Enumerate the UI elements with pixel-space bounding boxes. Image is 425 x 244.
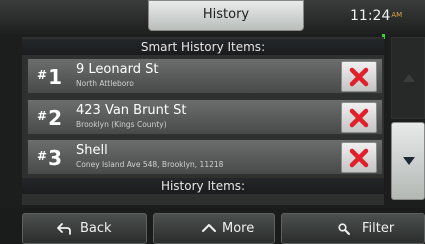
scroll-up-button[interactable] xyxy=(391,37,425,119)
list-item[interactable]: #3 Shell Coney Island Ave 548, Brooklyn,… xyxy=(27,139,383,175)
item-title: Shell xyxy=(76,143,108,158)
delete-button[interactable] xyxy=(341,102,377,133)
scroll-column xyxy=(391,37,425,201)
section-header-history: History Items: xyxy=(22,178,384,194)
clock-time: 11:24 xyxy=(350,8,391,24)
filter-label: Filter xyxy=(362,221,395,236)
delete-button[interactable] xyxy=(341,61,377,92)
item-title: 9 Leonard St xyxy=(76,62,159,77)
item-subtitle: Brooklyn (Kings County) xyxy=(76,120,167,129)
scroll-down-button[interactable] xyxy=(391,122,425,200)
delete-button[interactable] xyxy=(341,142,377,173)
item-rank: #2 xyxy=(37,106,62,130)
arrow-up-icon xyxy=(403,74,415,82)
delete-x-icon xyxy=(349,108,369,128)
item-rank: #1 xyxy=(37,65,62,89)
item-subtitle: Coney Island Ave 548, Brooklyn, 11218 xyxy=(76,160,224,169)
arrow-down-icon xyxy=(403,157,415,165)
list-item[interactable]: #2 423 Van Brunt St Brooklyn (Kings Coun… xyxy=(27,99,383,135)
more-label: More xyxy=(222,221,255,236)
back-button[interactable]: Back xyxy=(22,213,147,244)
delete-x-icon xyxy=(349,67,369,87)
back-label: Back xyxy=(80,221,112,236)
item-rank: #3 xyxy=(37,146,62,170)
clock-ampm: AM xyxy=(391,11,403,19)
footer-bar: Back More Filter xyxy=(0,208,425,244)
item-title: 423 Van Brunt St xyxy=(76,103,187,118)
page-title: History xyxy=(148,0,304,31)
history-list: Smart History Items: #1 9 Leonard St Nor… xyxy=(22,37,384,205)
list-item[interactable]: #1 9 Leonard St North Attleboro xyxy=(27,58,383,94)
back-arrow-icon xyxy=(57,223,71,235)
clock: 11:24AM xyxy=(350,0,425,31)
section-header-smart: Smart History Items: xyxy=(22,39,384,55)
more-button[interactable]: More xyxy=(153,213,275,244)
chevron-up-icon xyxy=(202,224,216,232)
delete-x-icon xyxy=(349,148,369,168)
search-icon xyxy=(338,223,350,235)
filter-button[interactable]: Filter xyxy=(281,213,425,244)
item-subtitle: North Attleboro xyxy=(76,79,134,88)
